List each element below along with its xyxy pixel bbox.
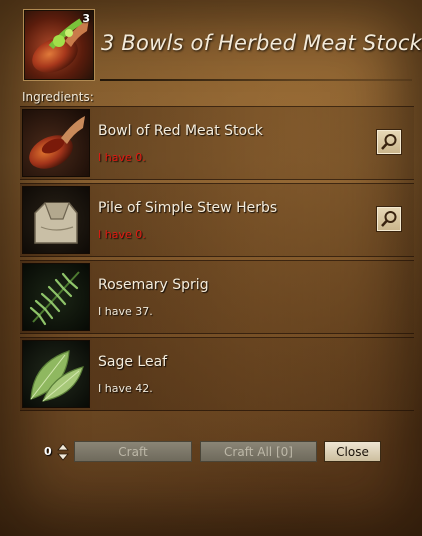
- search-recipe-button[interactable]: [376, 129, 402, 155]
- pile-of-simple-stew-herbs-icon[interactable]: [22, 186, 90, 254]
- ingredient-have-count: I have 37.: [98, 305, 153, 318]
- ingredient-have-count: I have 0.: [98, 228, 146, 241]
- chevron-up-icon: [57, 443, 69, 451]
- craft-button[interactable]: Craft: [74, 441, 192, 462]
- ingredient-name: Bowl of Red Meat Stock: [98, 123, 263, 139]
- recipe-header: 3 3 Bowls of Herbed Meat Stock: [0, 0, 422, 88]
- quantity-stepper[interactable]: [56, 442, 70, 462]
- magnifier-icon: [381, 211, 397, 227]
- ingredient-have-count: I have 42.: [98, 382, 153, 395]
- ingredient-have-count: I have 0.: [98, 151, 146, 164]
- ingredient-name: Pile of Simple Stew Herbs: [98, 200, 278, 216]
- craft-quantity-value: 0: [44, 445, 52, 458]
- ingredient-name: Rosemary Sprig: [98, 277, 209, 293]
- bowl-of-herbed-meat-stock-icon: 3: [24, 10, 94, 80]
- sage-leaf-icon[interactable]: [22, 340, 90, 408]
- ingredient-row: Rosemary Sprig I have 37.: [20, 260, 414, 334]
- craft-controls: 0 Craft Craft All [0] Close: [0, 440, 422, 464]
- bowl-of-red-meat-stock-icon[interactable]: [22, 109, 90, 177]
- craft-all-button[interactable]: Craft All [0]: [200, 441, 317, 462]
- ingredients-label: Ingredients:: [22, 90, 94, 104]
- title-divider: [100, 79, 412, 81]
- ingredient-row: Bowl of Red Meat Stock I have 0.: [20, 106, 414, 180]
- close-button[interactable]: Close: [324, 441, 381, 462]
- ingredient-row: Pile of Simple Stew Herbs I have 0.: [20, 183, 414, 257]
- ingredient-name: Sage Leaf: [98, 354, 168, 370]
- output-quantity-badge: 3: [82, 12, 90, 25]
- chevron-down-icon: [57, 453, 69, 461]
- recipe-title: 3 Bowls of Herbed Meat Stock: [101, 31, 422, 55]
- search-recipe-button[interactable]: [376, 206, 402, 232]
- rosemary-sprig-icon[interactable]: [22, 263, 90, 331]
- ingredient-row: Sage Leaf I have 42.: [20, 337, 414, 411]
- magnifier-icon: [381, 134, 397, 150]
